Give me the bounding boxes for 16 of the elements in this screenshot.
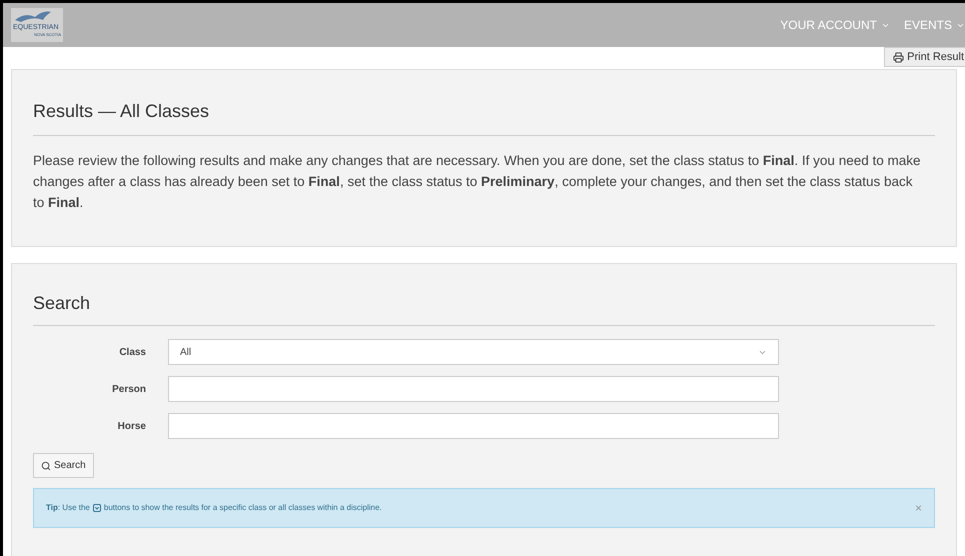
expand-box-icon — [92, 504, 101, 512]
tip-text: buttons to show the results for a specific class or all classes within a discipline. — [104, 502, 382, 514]
print-button[interactable]: Print Result — [884, 47, 965, 67]
field-label: Person — [111, 382, 147, 396]
text-input-field[interactable] — [168, 413, 779, 439]
search-button[interactable]: Search — [33, 453, 94, 478]
printer-icon — [893, 52, 904, 62]
class-select[interactable]: All — [168, 339, 779, 365]
panel-title: Search — [33, 290, 935, 326]
field-label: Class — [118, 346, 147, 360]
tip-lead-text: Tip: Use the — [46, 502, 90, 514]
panel-title: Results — All Classes — [33, 98, 935, 136]
search-icon — [41, 460, 51, 470]
text-input-field[interactable] — [168, 376, 779, 402]
instructions-text: Please review the following results and make any changes that are necessary. When you are done, set the class status to Final. If you need to make changes after a class has already been set to Final, set the class status to Preliminary, complete your changes, and then set the class status back to Final. — [33, 152, 922, 212]
field-label: Horse — [116, 420, 147, 434]
